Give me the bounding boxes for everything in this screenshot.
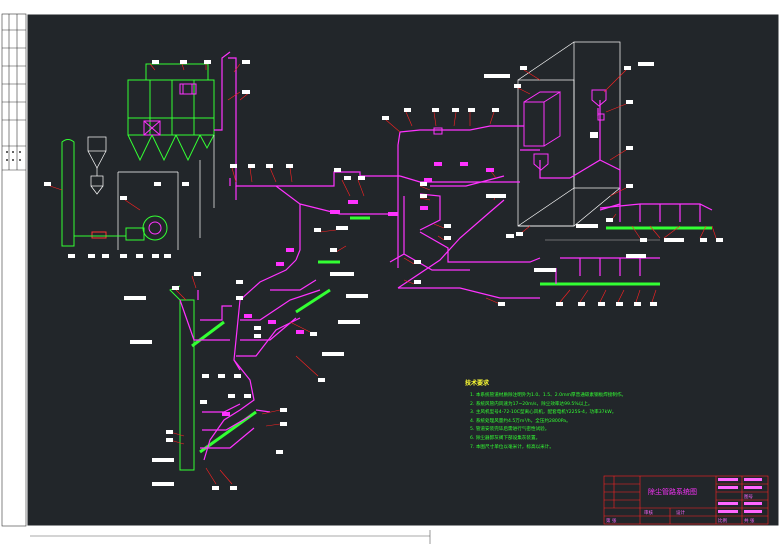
note-item: 3. 主风机型号4-72-10C型离心风机，配套电机Y225S-4，功率37kW…	[470, 410, 617, 416]
tb-drawing-no: 图号	[744, 495, 753, 500]
tb-design: 设计	[676, 511, 685, 516]
notes-title: 技术要求	[465, 380, 490, 387]
tb-sheet-no: 第 张	[606, 519, 617, 524]
tb-review: 审核	[644, 511, 653, 516]
note-item: 7. 本图尺寸单位以毫米计，标高以米计。	[470, 444, 554, 450]
drawing-canvas	[0, 0, 782, 544]
notes-list: 1. 本系统管道材质除注明外为1.0、1.5、2.0mm厚普通碳素钢板焊接制作。…	[470, 392, 626, 452]
drawing-sheet: 技术要求 1. 本系统管道材质除注明外为1.0、1.5、2.0mm厚普通碳素钢板…	[0, 0, 782, 544]
note-item: 5. 管道安装完毕后需进行气密性试验。	[470, 427, 550, 433]
note-item: 6. 除尘器卸灰阀下部设集灰装置。	[470, 435, 541, 441]
note-item: 2. 系统风管内风速为17~20m/s，除尘效率达99.5%以上。	[470, 401, 593, 407]
tb-total-sheets: 共 张	[744, 519, 755, 524]
drawing-area	[26, 13, 780, 527]
tb-scale: 比例	[718, 519, 727, 524]
note-item: 4. 系统处理风量约4.5万m³/h，全压约2800Pa。	[470, 418, 571, 424]
drawing-name: 除尘管路系统图	[648, 488, 697, 496]
note-item: 1. 本系统管道材质除注明外为1.0、1.5、2.0mm厚普通碳素钢板焊接制作。	[470, 393, 627, 398]
